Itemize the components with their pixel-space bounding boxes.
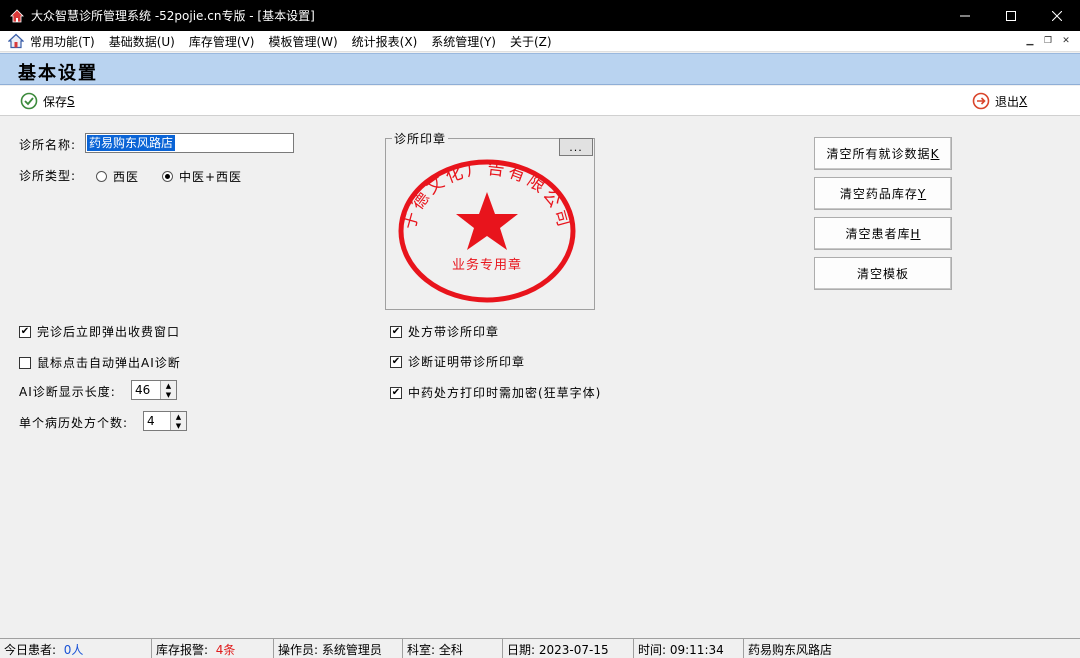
save-label: 保存 — [43, 94, 68, 109]
menu-house-icon — [7, 33, 25, 49]
page-title: 基本设置 — [18, 63, 98, 84]
mdi-minimize-button[interactable]: ▁ — [1022, 34, 1038, 48]
radio-western[interactable]: 西医 — [96, 168, 139, 185]
clinic-name-value: 药易购东风路店 — [87, 135, 176, 151]
ai-length-up-icon[interactable]: ▲ — [161, 381, 176, 390]
status-dept: 科室: 全科 — [403, 639, 503, 658]
menu-basic-data[interactable]: 基础数据(U) — [109, 33, 175, 50]
radio-western-label: 西医 — [113, 170, 140, 184]
checkbox-popup-billing-box: ✔ — [19, 325, 31, 338]
checkbox-auto-ai-box — [19, 356, 31, 369]
checkbox-cert-seal-label: 诊断证明带诊所印章 — [408, 355, 526, 369]
mdi-close-button[interactable]: ✕ — [1058, 34, 1074, 48]
clinic-name-input[interactable]: 药易购东风路店 — [85, 133, 294, 153]
save-key: S — [67, 94, 75, 108]
clear-templates-button[interactable]: 清空模板 — [814, 257, 952, 290]
window-title: 大众智慧诊所管理系统 -52pojie.cn专版 - [基本设置] — [31, 9, 315, 23]
check-circle-icon — [20, 92, 38, 110]
checkbox-popup-billing[interactable]: ✔ 完诊后立即弹出收费窗口 — [19, 323, 180, 340]
menu-inventory[interactable]: 库存管理(V) — [189, 33, 255, 50]
clinic-name-label: 诊所名称: — [19, 138, 77, 152]
status-operator: 操作员: 系统管理员 — [274, 639, 403, 658]
toolbar: 保存 S 退出 X — [0, 86, 1080, 116]
seal-image: 于德文化广告有限公司 业务专用章 — [397, 158, 577, 304]
rx-count-label: 单个病历处方个数: — [19, 416, 129, 430]
ai-length-stepper[interactable]: 46 ▲ ▼ — [131, 380, 177, 400]
status-stock-alert: 库存报警: 4条 — [152, 639, 274, 658]
rx-count-stepper[interactable]: 4 ▲ ▼ — [143, 411, 187, 431]
radio-tcm-western[interactable]: 中医+西医 — [162, 168, 242, 185]
clear-stock-label: 清空药品库存 — [839, 187, 918, 201]
checkbox-popup-billing-label: 完诊后立即弹出收费窗口 — [37, 325, 181, 339]
rx-count-down-icon[interactable]: ▼ — [171, 421, 186, 430]
menu-reports[interactable]: 统计报表(X) — [352, 33, 418, 50]
rx-count-value: 4 — [147, 414, 155, 428]
clear-templates-label: 清空模板 — [856, 267, 909, 281]
checkbox-rx-seal[interactable]: ✔ 处方带诊所印章 — [390, 323, 499, 340]
status-today-value: 0人 — [63, 642, 84, 657]
seal-group-label: 诊所印章 — [392, 130, 449, 147]
exit-key: X — [1019, 94, 1028, 108]
exit-label: 退出 — [995, 94, 1020, 109]
page-header: 基本设置 — [0, 53, 1080, 85]
save-button[interactable]: 保存 S — [20, 92, 75, 110]
checkbox-cert-seal-box: ✔ — [390, 355, 402, 368]
clear-stock-key: Y — [917, 186, 927, 201]
menu-common[interactable]: 常用功能(T) — [30, 33, 95, 50]
minimize-button[interactable] — [942, 0, 988, 31]
seal-bottom-text: 业务专用章 — [452, 257, 522, 273]
minimize-icon — [960, 15, 970, 16]
checkbox-auto-ai-label: 鼠标点击自动弹出AI诊断 — [37, 356, 181, 370]
status-today-label: 今日患者: — [4, 642, 57, 657]
close-button[interactable] — [1034, 0, 1080, 31]
checkbox-cert-seal[interactable]: ✔ 诊断证明带诊所印章 — [390, 353, 525, 370]
clear-visits-key: K — [930, 146, 940, 161]
status-time: 时间: 09:11:34 — [634, 639, 744, 658]
clear-visits-button[interactable]: 清空所有就诊数据 K — [814, 137, 952, 170]
close-icon — [1052, 10, 1062, 21]
seal-stamp: 于德文化广告有限公司 业务专用章 — [398, 159, 576, 303]
status-bar: 今日患者: 0人 库存报警: 4条 操作员: 系统管理员 科室: 全科 日期: … — [0, 638, 1080, 658]
radio-tcm-western-label: 中医+西医 — [179, 170, 243, 184]
status-stock-label: 库存报警: — [156, 642, 209, 657]
ai-length-label: AI诊断显示长度: — [19, 385, 116, 399]
clear-visits-label: 清空所有就诊数据 — [826, 147, 931, 161]
clinic-type-label: 诊所类型: — [19, 169, 77, 183]
checkbox-auto-ai[interactable]: 鼠标点击自动弹出AI诊断 — [19, 354, 181, 371]
checkbox-encrypt-print-label: 中药处方打印时需加密(狂草字体) — [408, 386, 602, 400]
ai-length-down-icon[interactable]: ▼ — [161, 390, 176, 399]
status-today-patients: 今日患者: 0人 — [0, 639, 152, 658]
maximize-icon — [1006, 10, 1016, 21]
checkbox-rx-seal-label: 处方带诊所印章 — [408, 325, 500, 339]
rx-count-up-icon[interactable]: ▲ — [171, 412, 186, 421]
checkbox-encrypt-print[interactable]: ✔ 中药处方打印时需加密(狂草字体) — [390, 384, 601, 401]
seal-browse-button[interactable]: ... — [559, 138, 593, 156]
clear-patients-label: 清空患者库 — [845, 227, 911, 241]
exit-button[interactable]: 退出 X — [972, 92, 1027, 110]
checkbox-encrypt-print-box: ✔ — [390, 386, 402, 399]
app-house-icon — [9, 8, 25, 24]
status-stock-value: 4条 — [215, 642, 236, 657]
menu-templates[interactable]: 模板管理(W) — [268, 33, 337, 50]
menu-bar: 常用功能(T) 基础数据(U) 库存管理(V) 模板管理(W) 统计报表(X) … — [0, 31, 1080, 52]
title-bar: 大众智慧诊所管理系统 -52pojie.cn专版 - [基本设置] — [0, 0, 1080, 31]
maximize-button[interactable] — [988, 0, 1034, 31]
menu-about[interactable]: 关于(Z) — [510, 33, 552, 50]
status-date: 日期: 2023-07-15 — [503, 639, 634, 658]
menu-system[interactable]: 系统管理(Y) — [431, 33, 496, 50]
clear-patients-button[interactable]: 清空患者库 H — [814, 217, 952, 250]
ai-length-value: 46 — [135, 383, 151, 397]
mdi-restore-button[interactable]: ❐ — [1040, 34, 1056, 48]
checkbox-rx-seal-box: ✔ — [390, 325, 402, 338]
clear-patients-key: H — [910, 226, 921, 241]
exit-icon — [972, 92, 990, 110]
clear-stock-button[interactable]: 清空药品库存 Y — [814, 177, 952, 210]
status-store: 药易购东风路店 — [748, 642, 833, 657]
radio-tcm-western-circle — [162, 171, 173, 182]
radio-western-circle — [96, 171, 107, 182]
